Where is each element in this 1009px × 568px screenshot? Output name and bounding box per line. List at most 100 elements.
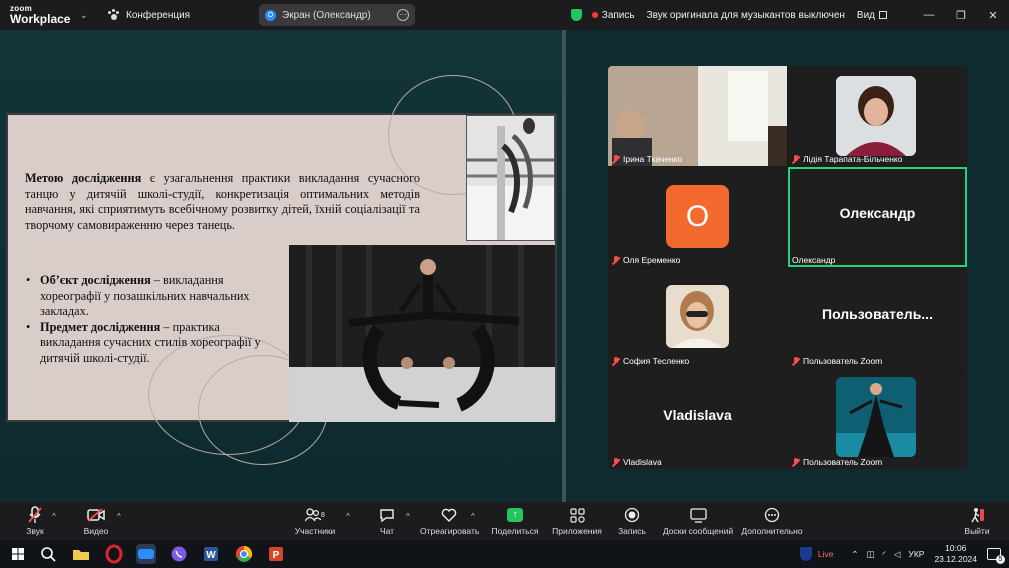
presentation-slide: Метою дослідження є узагальнення практик… <box>6 75 557 465</box>
record-button[interactable]: Запись <box>616 504 648 536</box>
maximize-button[interactable]: ❐ <box>945 9 977 22</box>
record-dot-icon <box>591 12 598 18</box>
split-divider[interactable] <box>562 30 566 502</box>
participant-name: Олександр <box>792 255 836 265</box>
start-icon[interactable] <box>8 544 28 564</box>
video-off-icon <box>82 504 110 526</box>
recording-status[interactable]: Запись <box>602 10 635 21</box>
leave-icon <box>962 504 992 526</box>
video-options-caret-icon[interactable]: ^ <box>117 512 121 521</box>
share-button[interactable]: ↑ Поделиться <box>491 504 539 536</box>
record-icon <box>616 504 648 526</box>
wifi-icon[interactable]: ◜ <box>883 549 886 560</box>
sharer-avatar-icon: О <box>265 9 276 21</box>
notifications-count: 5 <box>996 555 1005 564</box>
participant-video <box>608 66 787 166</box>
title-bar: zoom Workplace ⌄ Конференция О Экран (Ол… <box>0 0 1009 30</box>
slide-paragraph: Метою дослідження є узагальнення практик… <box>25 171 420 233</box>
participants-button[interactable]: 8 Участники <box>293 504 337 536</box>
participant-tile[interactable]: Vladislava Vladislava <box>608 369 787 469</box>
participant-tile[interactable]: Пользователь... Пользователь Zoom <box>788 268 967 368</box>
react-button[interactable]: Отреагировать <box>420 504 479 536</box>
more-button[interactable]: Дополнительно <box>740 504 804 536</box>
system-tray: Live ⌃ ◫ ◜ ◁ УКР 10:06 23.12.2024 5 <box>799 540 1009 568</box>
apps-button[interactable]: Приложения <box>551 504 603 536</box>
audio-options-caret-icon[interactable]: ^ <box>52 512 56 521</box>
more-icon[interactable]: ··· <box>397 9 409 21</box>
apps-icon <box>551 504 603 526</box>
volume-icon[interactable]: ◁ <box>894 549 901 560</box>
react-options-caret-icon[interactable]: ^ <box>471 512 475 521</box>
original-sound-status[interactable]: Звук оригинала для музыкантов выключен <box>647 10 845 21</box>
chat-options-caret-icon[interactable]: ^ <box>406 512 410 521</box>
powerpoint-icon[interactable]: P <box>266 544 286 564</box>
more-dots-icon <box>740 504 804 526</box>
mic-off-icon <box>612 356 620 366</box>
participant-tile[interactable]: Лідія Тарапата-Більченко <box>788 66 967 166</box>
participant-name: Лідія Тарапата-Більченко <box>792 154 902 164</box>
mic-off-icon <box>20 504 50 526</box>
participant-gallery: Ірина Ткаченко Лідія Тарапата-Більченко … <box>608 66 967 469</box>
chat-icon <box>375 504 399 526</box>
participants-options-caret-icon[interactable]: ^ <box>346 512 350 521</box>
shared-screen-tab[interactable]: О Экран (Олександр) ··· <box>259 4 415 26</box>
view-grid-icon[interactable] <box>879 11 887 19</box>
zoom-logo: zoom Workplace <box>10 4 71 26</box>
shared-screen-label: Экран (Олександр) <box>282 9 371 21</box>
nfl-icon[interactable] <box>799 547 812 561</box>
ballet-barre-photo <box>466 115 555 241</box>
chat-button[interactable]: Чат <box>375 504 399 536</box>
participant-big-name: Олександр <box>839 205 916 221</box>
mic-off-icon <box>792 457 800 467</box>
audio-button[interactable]: Звук <box>20 504 50 536</box>
network-icon[interactable]: ◫ <box>867 549 875 560</box>
mic-off-icon <box>612 255 620 265</box>
notifications-icon[interactable]: 5 <box>987 548 1005 564</box>
clock[interactable]: 10:06 23.12.2024 <box>934 543 977 565</box>
clock-date: 23.12.2024 <box>934 554 977 564</box>
mic-off-icon <box>792 356 800 366</box>
minimize-button[interactable]: — <box>913 9 945 21</box>
mic-off-icon <box>792 154 800 164</box>
participant-tile[interactable]: Ірина Ткаченко <box>608 66 787 166</box>
leave-button[interactable]: Выйти <box>962 504 992 536</box>
svg-text:P: P <box>273 550 280 561</box>
conference-menu[interactable]: Конференция <box>108 9 190 21</box>
opera-icon[interactable] <box>104 544 124 564</box>
close-button[interactable]: ✕ <box>977 9 1009 22</box>
view-button[interactable]: Вид <box>857 10 875 21</box>
search-icon[interactable] <box>38 544 58 564</box>
participant-tile[interactable]: О Оля Еременко <box>608 167 787 267</box>
chrome-icon[interactable] <box>234 544 254 564</box>
language-indicator[interactable]: УКР <box>908 549 924 559</box>
conference-label: Конференция <box>126 9 191 21</box>
word-icon[interactable]: W <box>201 544 221 564</box>
viber-icon[interactable] <box>169 544 189 564</box>
video-button[interactable]: Видео <box>82 504 110 536</box>
participants-count: 8 <box>321 511 325 519</box>
file-explorer-icon[interactable] <box>71 544 91 564</box>
tray-chevron-icon[interactable]: ⌃ <box>851 549 858 560</box>
participant-name: Ірина Ткаченко <box>612 154 682 164</box>
title-bar-right: Запись Звук оригинала для музыкантов вык… <box>570 0 1009 30</box>
live-badge[interactable]: Live <box>818 549 834 559</box>
chevron-down-icon[interactable]: ⌄ <box>80 10 88 21</box>
whiteboards-button[interactable]: Доски сообщений <box>660 504 736 536</box>
whiteboard-icon <box>660 504 736 526</box>
participant-photo <box>666 285 729 348</box>
shield-icon[interactable] <box>570 9 582 21</box>
svg-text:W: W <box>206 550 216 561</box>
participant-big-name: Пользователь... <box>822 306 933 322</box>
meeting-toolbar: Звук ^ Видео ^ 8 Участники ^ Чат ^ Отреа… <box>0 502 1009 540</box>
clock-time: 10:06 <box>945 543 967 553</box>
participant-name: Пользователь Zoom <box>792 356 882 366</box>
zoom-app-icon[interactable] <box>136 544 156 564</box>
participant-big-name: Vladislava <box>663 407 732 423</box>
participant-avatar: О <box>666 185 729 248</box>
mic-off-icon <box>612 154 620 164</box>
dancers-photo <box>289 245 555 422</box>
participant-tile[interactable]: София Тесленко <box>608 268 787 368</box>
participant-tile[interactable]: Пользователь Zoom <box>788 369 967 469</box>
participant-tile-active[interactable]: Олександр Олександр <box>788 167 967 267</box>
participant-portrait <box>666 285 729 348</box>
